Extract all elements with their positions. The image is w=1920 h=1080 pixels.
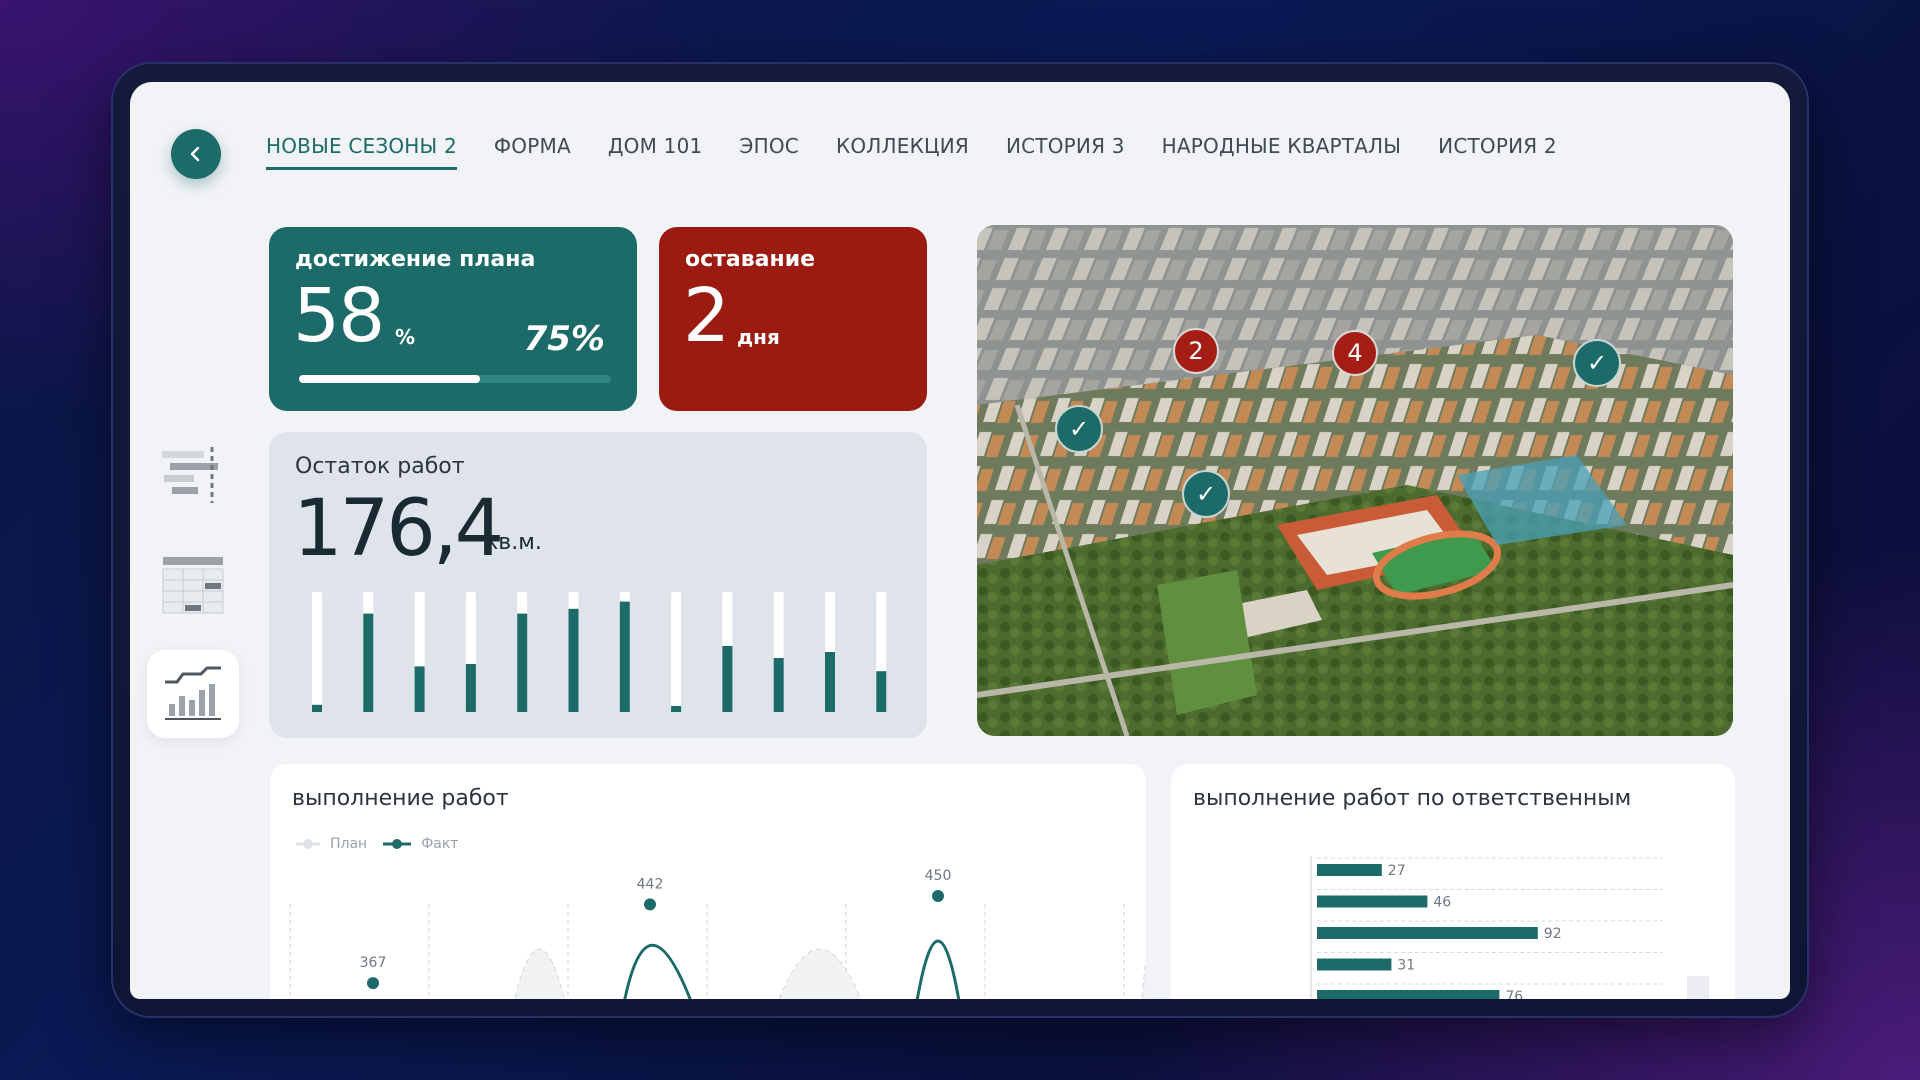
dashboard-screen: НОВЫЕ СЕЗОНЫ 2 ФОРМА ДОМ 101 ЭПОС КОЛЛЕК… [130,82,1790,999]
fact-point-label: 450 [925,868,952,884]
plan-target: 75% [523,319,605,359]
tab-istoriya-2[interactable]: ИСТОРИЯ 2 [1438,134,1557,170]
scrollbar-thumb [1687,976,1709,999]
fact-point [932,890,944,902]
map-marker-warning-4[interactable]: 4 [1332,330,1378,376]
sidebar-item-table[interactable] [147,542,239,630]
plan-progress-bar [299,375,611,383]
plan-curve [1141,958,1146,999]
remaining-bars-chart [312,592,887,712]
fact-curve [915,939,961,999]
tab-dom-101[interactable]: ДОМ 101 [608,134,703,170]
tab-novye-sezony-2[interactable]: НОВЫЕ СЕЗОНЫ 2 [266,134,457,170]
lag-value: 2 [683,273,730,359]
tab-istoriya-3[interactable]: ИСТОРИЯ 3 [1006,134,1125,170]
plan-curve [778,948,862,999]
lag-label: оставание [685,247,816,272]
map-marker-warning-2[interactable]: 2 [1173,328,1219,374]
responsible-bar-label: 46 [1433,895,1451,911]
remaining-work-card: Остаток работ 176,4 кв.м. [269,432,927,738]
fact-point-label: 367 [360,955,387,971]
check-icon: ✓ [1195,480,1217,508]
plan-progress-fill [299,375,480,383]
table-icon [162,557,224,614]
sidebar-item-chart[interactable] [147,650,239,738]
responsible-chart-card: выполнение работ по ответственным 27 46 92… [1171,764,1735,999]
aerial-site-photo: 2 4 ✓ ✓ ✓ [977,225,1733,736]
tab-epos[interactable]: ЭПОС [739,134,799,170]
marker-label: 4 [1347,339,1363,367]
map-marker-done[interactable]: ✓ [1055,405,1103,453]
lag-card: оставание 2 дня [659,227,927,411]
fact-point [367,977,379,990]
tab-forma[interactable]: ФОРМА [494,134,571,170]
remaining-bar [671,706,682,712]
project-tabs: НОВЫЕ СЕЗОНЫ 2 ФОРМА ДОМ 101 ЭПОС КОЛЛЕК… [266,134,1594,170]
check-icon: ✓ [1068,415,1090,443]
remaining-bar [312,704,322,712]
check-icon: ✓ [1586,349,1608,377]
lag-unit: дня [737,325,780,349]
remaining-bar [414,666,425,712]
remaining-bar [876,671,887,712]
plan-value: 58 [293,273,385,359]
marker-label: 2 [1188,337,1204,365]
responsible-bar-label: 31 [1397,958,1415,974]
responsible-bar [1317,864,1382,876]
responsible-bar-label: 76 [1505,989,1523,999]
remaining-bar [363,613,374,712]
remaining-bar-track [312,592,322,712]
remaining-bar [825,652,835,712]
remaining-bar [773,658,784,712]
responsible-bar [1317,895,1428,908]
plan-label: достижение плана [295,247,536,272]
responsible-bar-label: 27 [1388,863,1406,879]
plan-achievement-card: достижение плана 58 % 75% [269,227,637,411]
remaining-bar-track [671,592,682,712]
works-chart-card: выполнение работ План Факт 367 442 450 [270,764,1146,999]
tab-narodnye-kvartaly[interactable]: НАРОДНЫЕ КВАРТАЛЫ [1162,134,1401,170]
responsible-bar [1317,958,1392,971]
plan-unit: % [395,325,416,349]
fact-point-label: 442 [637,876,664,892]
responsible-bar-label: 92 [1544,926,1562,942]
remaining-bar [517,613,528,712]
map-marker-done[interactable]: ✓ [1573,339,1621,387]
sidebar-item-gantt[interactable] [147,432,239,520]
map-marker-done[interactable]: ✓ [1182,470,1230,518]
fact-point [644,898,656,911]
fact-curve [623,943,692,999]
chevron-left-icon [190,146,200,162]
back-button[interactable] [171,129,221,179]
remaining-bar [722,646,733,712]
responsible-bar [1317,927,1538,939]
responsible-bar-chart: 27 46 92 31 76 [1310,856,1709,999]
plan-curve [514,948,565,999]
gantt-icon [162,447,218,503]
tab-kollektsiya[interactable]: КОЛЛЕКЦИЯ [836,134,969,170]
works-line-chart: 367 442 450 [289,868,1146,999]
remaining-bar [619,601,630,712]
remaining-bar [568,608,579,712]
remaining-bar [465,664,476,712]
chart-icon [165,666,221,720]
site-illustration [977,225,1733,736]
responsible-bar [1317,990,1500,999]
